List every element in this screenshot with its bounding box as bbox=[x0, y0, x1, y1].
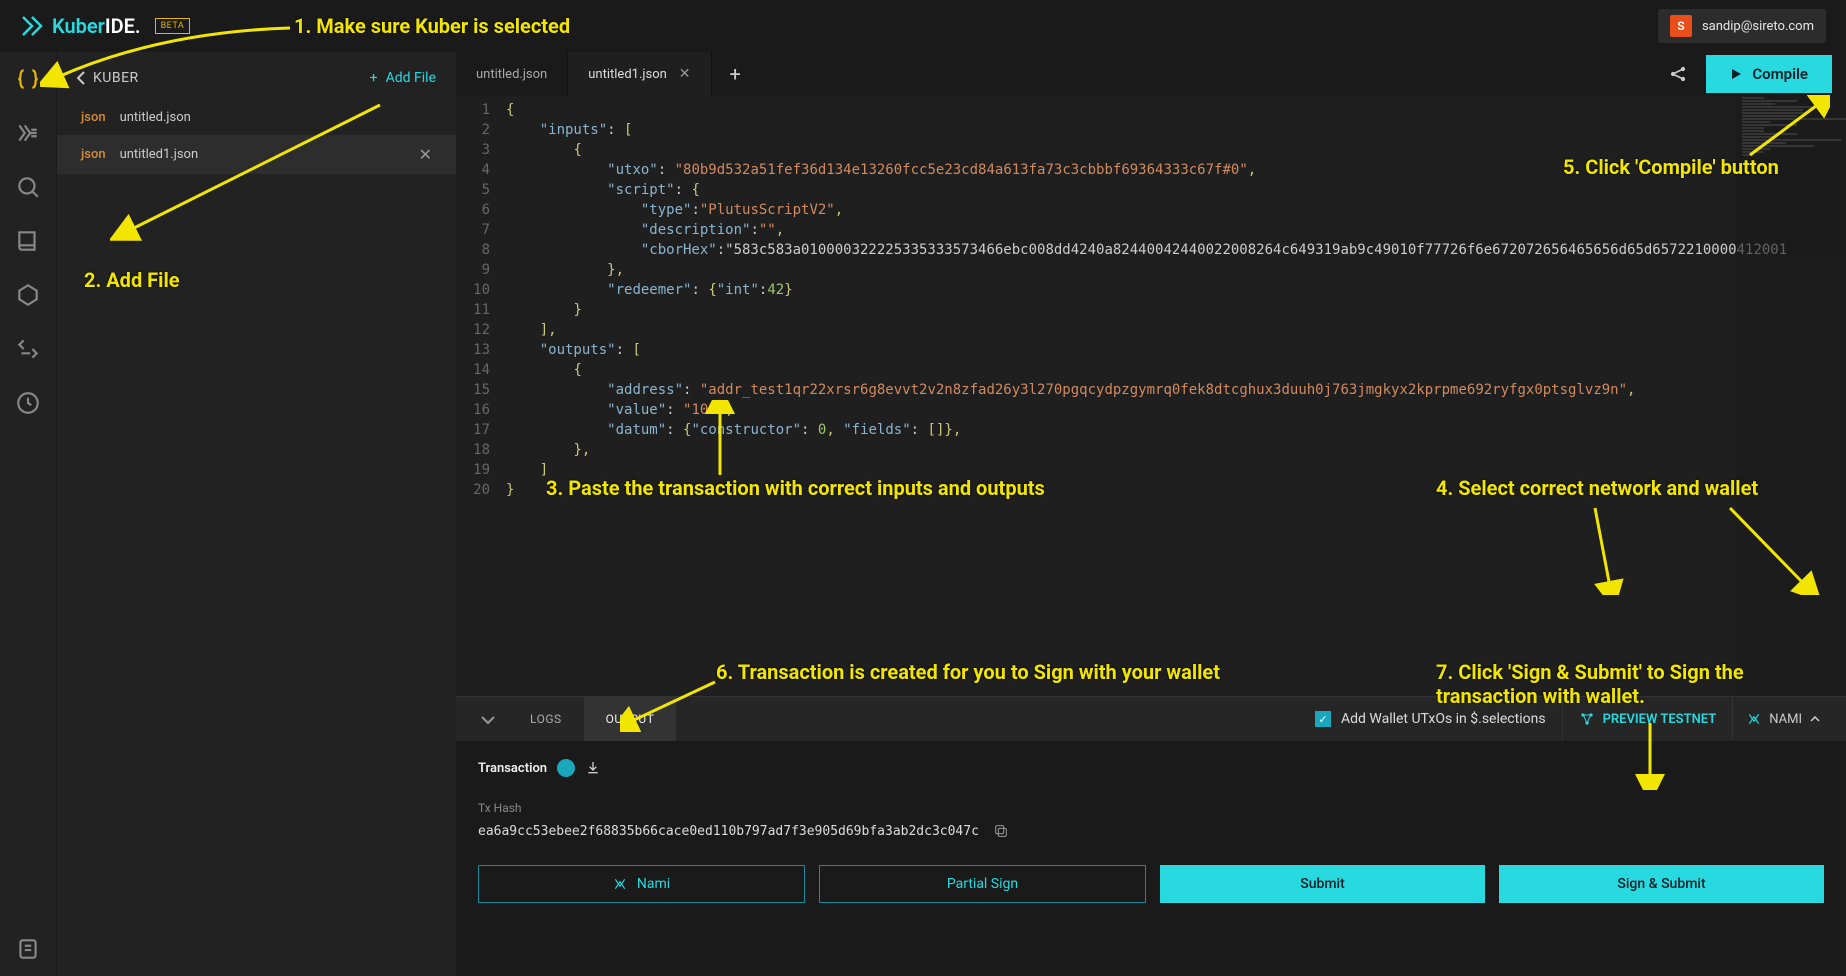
sidebar-back-button[interactable]: KUBER bbox=[77, 70, 139, 86]
wallet-label: NAMI bbox=[1769, 712, 1802, 727]
logo-text-suffix: IDE. bbox=[105, 14, 141, 38]
file-name: untitled.json bbox=[120, 110, 191, 125]
file-item[interactable]: json untitled.json bbox=[57, 100, 456, 135]
plus-icon: + bbox=[370, 70, 378, 86]
editor-tabs: untitled.json untitled1.json ✕ + Compile bbox=[456, 52, 1846, 96]
chevron-down-icon[interactable] bbox=[468, 710, 508, 729]
logo-icon bbox=[20, 14, 44, 38]
top-bar: KuberIDE. BETA S sandip@sireto.com bbox=[0, 0, 1846, 52]
sign-submit-label: Sign & Submit bbox=[1617, 876, 1705, 892]
txhash-label: Tx Hash bbox=[478, 801, 1824, 815]
submit-button[interactable]: Submit bbox=[1160, 865, 1485, 903]
editor-tab[interactable]: untitled.json bbox=[456, 52, 568, 96]
network-icon bbox=[1579, 711, 1595, 727]
file-ext: json bbox=[81, 110, 106, 125]
close-icon[interactable]: ✕ bbox=[419, 145, 432, 164]
app-logo: KuberIDE. BETA bbox=[20, 14, 190, 38]
interact-icon[interactable] bbox=[15, 336, 41, 362]
user-menu[interactable]: S sandip@sireto.com bbox=[1658, 9, 1826, 43]
new-tab-button[interactable]: + bbox=[712, 62, 759, 86]
book-icon[interactable] bbox=[15, 228, 41, 254]
output-body: Transaction Tx Hash ea6a9cc53ebee2f68835… bbox=[456, 741, 1846, 976]
editor-area: untitled.json untitled1.json ✕ + Compile… bbox=[456, 52, 1846, 976]
add-file-label: Add File bbox=[386, 70, 436, 86]
sidebar-title: KUBER bbox=[93, 70, 139, 86]
file-item[interactable]: json untitled1.json ✕ bbox=[57, 135, 456, 174]
chevron-left-icon bbox=[77, 71, 85, 85]
copy-icon[interactable] bbox=[993, 823, 1009, 839]
hexagon-icon[interactable] bbox=[15, 282, 41, 308]
logs-tab[interactable]: LOGS bbox=[508, 697, 584, 741]
download-icon[interactable] bbox=[585, 760, 601, 776]
code-editor[interactable]: 1234567891011121314151617181920 { "input… bbox=[456, 96, 1846, 696]
output-tab[interactable]: OUTPUT bbox=[584, 697, 677, 741]
wallet-icon bbox=[1747, 712, 1761, 726]
user-avatar: S bbox=[1670, 15, 1692, 37]
tab-label: untitled1.json bbox=[588, 67, 667, 82]
editor-tab[interactable]: untitled1.json ✕ bbox=[568, 52, 711, 96]
minimap[interactable] bbox=[1736, 96, 1846, 696]
add-file-button[interactable]: + Add File bbox=[370, 70, 436, 86]
braces-icon[interactable] bbox=[15, 66, 41, 92]
bottom-tabs: LOGS OUTPUT ✓ Add Wallet UTxOs in $.sele… bbox=[456, 697, 1846, 741]
chevron-up-icon bbox=[1810, 716, 1820, 722]
haskell-icon[interactable] bbox=[15, 120, 41, 146]
transaction-heading: Transaction bbox=[478, 761, 547, 776]
nami-label: Nami bbox=[637, 876, 670, 892]
line-gutter: 1234567891011121314151617181920 bbox=[456, 96, 500, 696]
network-label: PREVIEW TESTNET bbox=[1603, 712, 1717, 727]
partial-sign-button[interactable]: Partial Sign bbox=[819, 865, 1146, 903]
nami-button[interactable]: Nami bbox=[478, 865, 805, 903]
compile-button[interactable]: Compile bbox=[1706, 55, 1832, 93]
logo-text-prefix: Kuber bbox=[52, 14, 105, 38]
file-sidebar: KUBER + Add File json untitled.json json… bbox=[56, 52, 456, 976]
bottom-panel: LOGS OUTPUT ✓ Add Wallet UTxOs in $.sele… bbox=[456, 696, 1846, 976]
clock-icon[interactable] bbox=[15, 390, 41, 416]
sign-submit-button[interactable]: Sign & Submit bbox=[1499, 865, 1824, 903]
activity-bar bbox=[0, 52, 56, 976]
compile-label: Compile bbox=[1752, 65, 1808, 83]
code-body[interactable]: { "inputs": [ { "utxo": "80b9d532a51fef3… bbox=[500, 96, 1787, 696]
note-icon[interactable] bbox=[15, 936, 41, 962]
close-icon[interactable]: ✕ bbox=[679, 66, 691, 82]
tab-label: untitled.json bbox=[476, 67, 547, 82]
share-icon[interactable] bbox=[1668, 64, 1688, 84]
file-ext: json bbox=[81, 147, 106, 162]
partial-sign-label: Partial Sign bbox=[947, 876, 1018, 892]
user-email: sandip@sireto.com bbox=[1702, 19, 1814, 34]
checkbox-icon: ✓ bbox=[1315, 711, 1331, 727]
network-selector[interactable]: PREVIEW TESTNET bbox=[1562, 697, 1733, 741]
add-wallet-utxos-checkbox[interactable]: ✓ Add Wallet UTxOs in $.selections bbox=[1299, 711, 1562, 727]
wallet-icon bbox=[613, 877, 627, 891]
file-name: untitled1.json bbox=[120, 147, 199, 162]
txhash-value: ea6a9cc53ebee2f68835b66cace0ed110b797ad7… bbox=[478, 824, 979, 839]
search-icon[interactable] bbox=[15, 174, 41, 200]
status-badge bbox=[557, 759, 575, 777]
wallet-utxo-label: Add Wallet UTxOs in $.selections bbox=[1341, 711, 1546, 727]
submit-label: Submit bbox=[1300, 876, 1345, 892]
wallet-selector[interactable]: NAMI bbox=[1732, 697, 1834, 741]
beta-badge: BETA bbox=[155, 18, 191, 34]
play-icon bbox=[1730, 68, 1742, 80]
